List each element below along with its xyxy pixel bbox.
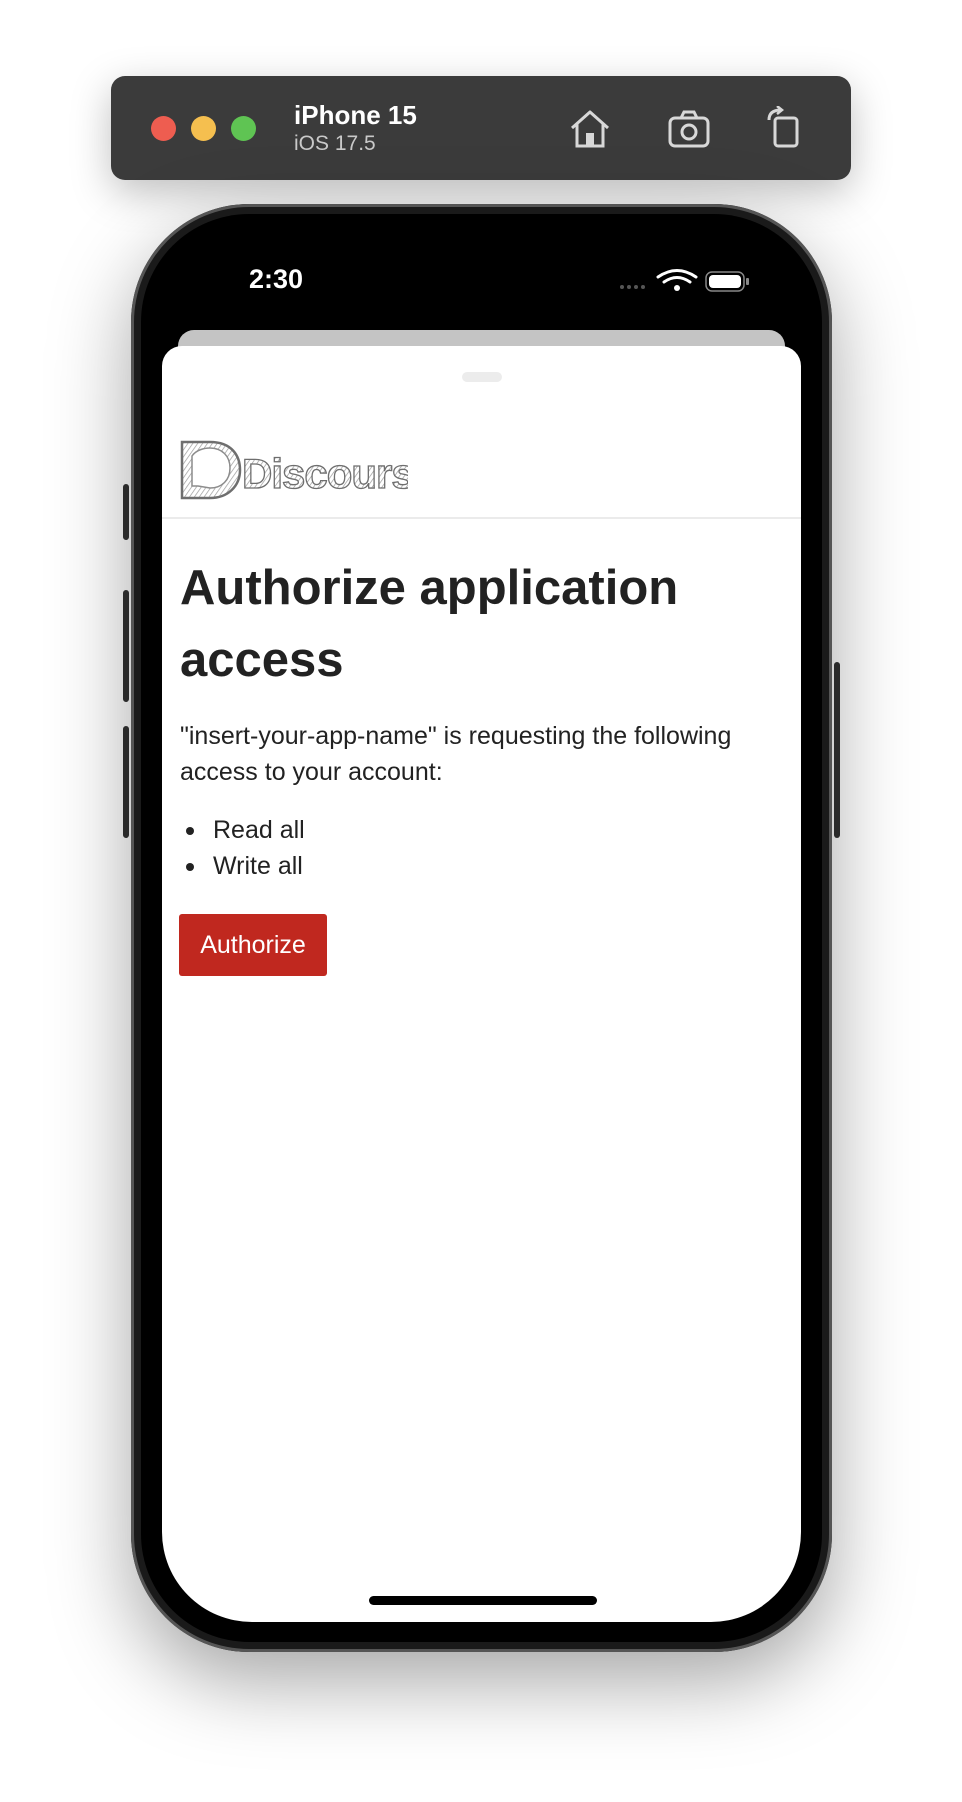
- authorize-button[interactable]: Authorize: [179, 914, 327, 976]
- volume-down-button: [123, 726, 129, 838]
- cellular-dots-icon: [620, 285, 645, 289]
- scope-list: Read all Write all: [180, 812, 305, 884]
- battery-icon: [705, 271, 749, 292]
- screenshot-icon[interactable]: [665, 106, 713, 150]
- minimize-window-button[interactable]: [191, 116, 216, 141]
- logo-wordmark: Discourse: [242, 450, 408, 497]
- request-description: "insert-your-app-name" is requesting the…: [180, 722, 732, 786]
- page-title: Authorize application access: [180, 561, 679, 687]
- volume-up-button: [123, 590, 129, 702]
- device-name: iPhone 15: [294, 100, 417, 130]
- wifi-dot: [674, 285, 680, 291]
- os-version: iOS 17.5: [294, 132, 376, 155]
- status-time: 2:30: [249, 264, 304, 294]
- scope-item: Write all: [180, 848, 305, 884]
- status-icons: [620, 269, 749, 292]
- zoom-window-button[interactable]: [231, 116, 256, 141]
- rotate-icon[interactable]: [761, 105, 809, 150]
- header-divider: [162, 517, 801, 519]
- discourse-logo: Discourse: [180, 440, 408, 500]
- simulator-toolbar: iPhone 15 iOS 17.5: [111, 76, 851, 180]
- authorization-sheet: Discourse Authorize application access "…: [162, 346, 801, 1622]
- power-button: [834, 662, 840, 838]
- sheet-grabber[interactable]: [462, 372, 502, 382]
- home-icon[interactable]: [566, 106, 614, 150]
- home-indicator[interactable]: [369, 1596, 597, 1605]
- scope-item: Read all: [180, 812, 305, 848]
- action-button: [123, 484, 129, 540]
- wifi-icon: [656, 269, 698, 284]
- close-window-button[interactable]: [151, 116, 176, 141]
